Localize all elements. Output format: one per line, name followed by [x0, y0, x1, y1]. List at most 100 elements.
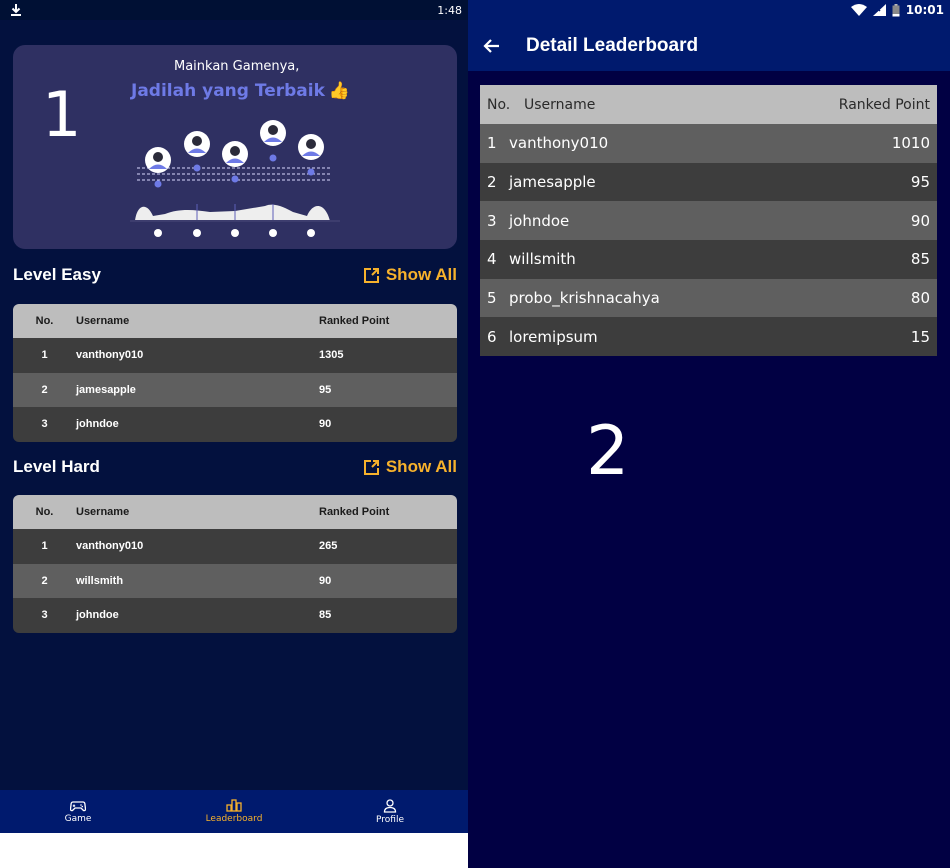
- battery-icon: [892, 3, 900, 16]
- row-username: vanthony010: [76, 349, 144, 362]
- wifi-icon: [850, 4, 867, 16]
- row-username: loremipsum: [509, 327, 598, 346]
- row-no: 1: [41, 540, 48, 553]
- table-row: 2 jamesapple 95: [480, 162, 937, 202]
- nav-label: Profile: [376, 814, 404, 825]
- table-header: No. Username Ranked Point: [13, 495, 457, 529]
- easy-leaderboard-table: No. Username Ranked Point 1 vanthony010 …: [13, 304, 457, 442]
- detail-leaderboard-table: No. Username Ranked Point 1 vanthony010 …: [480, 85, 937, 357]
- row-no: 3: [487, 211, 497, 230]
- row-points: 1305: [319, 349, 344, 362]
- row-points: 15: [910, 327, 930, 346]
- back-arrow-icon[interactable]: [482, 38, 500, 54]
- table-header: No. Username Ranked Point: [13, 304, 457, 338]
- status-time: 1:48: [437, 3, 462, 17]
- banner-subtitle: Mainkan Gamenya,: [174, 59, 300, 74]
- status-bar: 1:48: [0, 0, 468, 20]
- row-no: 5: [487, 289, 497, 308]
- col-points: Ranked Point: [319, 506, 390, 518]
- row-no: 3: [41, 609, 48, 622]
- section-title: Level Easy: [13, 265, 101, 284]
- download-icon: [11, 4, 21, 16]
- banner-title: Jadilah yang Terbaik 👍: [131, 81, 350, 101]
- status-bar: 10:01: [468, 0, 950, 20]
- table-row: 2 jamesapple 95: [13, 372, 457, 407]
- table-row: 3 johndoe 90: [13, 407, 457, 442]
- col-points: Ranked Point: [838, 96, 930, 113]
- row-points: 90: [910, 211, 930, 230]
- row-points: 85: [910, 250, 930, 269]
- row-no: 2: [41, 383, 48, 396]
- nav-leaderboard[interactable]: Leaderboard: [156, 790, 312, 833]
- col-no: No.: [35, 315, 54, 327]
- table-header: No. Username Ranked Point: [480, 85, 937, 124]
- row-no: 1: [487, 134, 497, 153]
- nav-game[interactable]: Game: [0, 790, 156, 833]
- table-row: 4 willsmith 85: [480, 240, 937, 279]
- show-all-label: Show All: [385, 457, 457, 476]
- overlay-label-2: 2: [586, 412, 630, 491]
- table-row: 1 vanthony010 1010: [480, 124, 937, 163]
- podium-icon: [226, 799, 242, 812]
- row-no: 3: [41, 418, 48, 431]
- row-no: 1: [41, 349, 48, 362]
- section-header-hard: Level Hard Show All: [13, 454, 457, 480]
- signal-icon: [872, 4, 886, 16]
- row-username: probo_krishnacahya: [509, 289, 660, 308]
- row-no: 4: [487, 250, 497, 269]
- row-username: jamesapple: [509, 173, 596, 192]
- col-points: Ranked Point: [319, 315, 390, 327]
- show-all-hard-button[interactable]: Show All: [363, 457, 457, 477]
- row-points: 80: [910, 289, 930, 308]
- row-points: 95: [910, 173, 930, 192]
- thumbs-up-icon: 👍: [328, 81, 351, 101]
- table-row: 1 vanthony010 265: [13, 529, 457, 564]
- nav-profile[interactable]: Profile: [312, 790, 468, 833]
- row-username: willsmith: [509, 250, 576, 269]
- row-username: vanthony010: [76, 540, 144, 553]
- left-screen: 1:48 1 Mainkan Gamenya, Jadilah yang Ter…: [0, 0, 468, 833]
- show-all-easy-button[interactable]: Show All: [363, 265, 457, 285]
- table-row: 1 vanthony010 1305: [13, 338, 457, 373]
- bottom-navigation: Game Leaderboard Profile: [0, 790, 468, 833]
- open-external-icon: [363, 459, 379, 475]
- row-username: johndoe: [509, 211, 570, 230]
- show-all-label: Show All: [385, 265, 457, 284]
- table-row: 5 probo_krishnacahya 80: [480, 278, 937, 318]
- table-row: 6 loremipsum 15: [480, 317, 937, 357]
- gamepad-icon: [70, 800, 86, 811]
- row-points: 265: [319, 540, 338, 553]
- col-username: Username: [76, 506, 130, 518]
- row-username: willsmith: [76, 574, 124, 587]
- row-points: 95: [319, 383, 332, 396]
- col-no: No.: [35, 506, 54, 518]
- overlay-label-1: 1: [42, 78, 82, 151]
- row-no: 6: [487, 327, 497, 346]
- section-title: Level Hard: [13, 457, 100, 476]
- status-time: 10:01: [905, 3, 944, 17]
- leaderboard-illustration: [130, 120, 340, 237]
- row-points: 90: [319, 574, 332, 587]
- row-points: 1010: [891, 134, 930, 153]
- right-screen: 10:01 Detail Leaderboard No. Username Ra…: [468, 0, 950, 868]
- table-row: 3 johndoe 90: [480, 201, 937, 241]
- app-bar: Detail Leaderboard: [468, 20, 950, 71]
- nav-label: Game: [64, 813, 92, 824]
- table-row: 2 willsmith 90: [13, 563, 457, 598]
- banner-title-text: Jadilah yang Terbaik: [131, 81, 325, 101]
- table-row: 3 johndoe 85: [13, 598, 457, 633]
- row-points: 85: [319, 609, 332, 622]
- row-username: jamesapple: [76, 383, 136, 396]
- row-points: 90: [319, 418, 332, 431]
- person-icon: [383, 798, 397, 813]
- section-header-easy: Level Easy Show All: [13, 262, 457, 288]
- hard-leaderboard-table: No. Username Ranked Point 1 vanthony010 …: [13, 495, 457, 633]
- col-username: Username: [76, 315, 130, 327]
- col-no: No.: [487, 96, 511, 113]
- row-username: johndoe: [76, 418, 119, 431]
- row-no: 2: [41, 574, 48, 587]
- page-title: Detail Leaderboard: [526, 34, 699, 56]
- col-username: Username: [524, 96, 596, 113]
- open-external-icon: [363, 267, 379, 283]
- row-no: 2: [487, 173, 497, 192]
